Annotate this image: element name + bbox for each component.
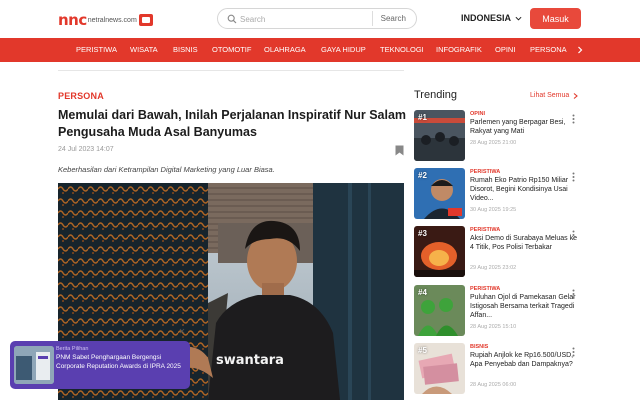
logo-subtitle: netralnews.com [87,17,137,24]
kebab-icon[interactable] [572,230,575,240]
trending-item[interactable]: #1 OPINI Parlemen yang Berpagar Besi, Ra… [414,110,584,164]
chevron-down-icon [515,16,522,21]
login-button[interactable]: Masuk [530,8,581,29]
trending-date: 29 Aug 2025 23:02 [470,265,517,271]
trending-item[interactable]: #2 PERISTIWA Rumah Eko Patrio Rp150 Mili… [414,168,584,222]
nav-item-gaya-hidup[interactable]: GAYA HIDUP [321,38,366,62]
see-all-label: Lihat Semua [530,92,570,99]
trending-date: 28 Aug 2025 15:10 [470,324,517,330]
shirt-logo-text: swantara [216,353,284,368]
popup-close-button[interactable]: ✕ [177,327,187,337]
chevron-right-icon[interactable] [577,46,583,54]
trending-title[interactable]: Rupiah Anjlok ke Rp16.500/USD, Apa Penye… [470,351,578,369]
trending-title[interactable]: Puluhan Ojol di Pamekasan Gelar Istigosa… [470,293,578,320]
trending-category: PERISTIWA [470,169,501,175]
trending-category: PERISTIWA [470,286,501,292]
logo-mark-icon [138,14,153,26]
trending-category: PERISTIWA [470,227,501,233]
featured-news-popup[interactable]: Berita Pilihan PNM Sabet Penghargaan Ber… [10,341,190,389]
article-title: Memulai dari Bawah, Inilah Perjalanan In… [58,108,407,139]
nav-item-infografik[interactable]: INFOGRAFIK [436,38,482,62]
top-header: nnc netralnews.com Search INDONESIA Masu… [0,0,640,38]
search-bar: Search [217,8,417,29]
divider [58,70,404,71]
language-selector[interactable]: INDONESIA [461,13,522,23]
popup-kicker: Berita Pilihan [56,346,89,352]
nav-item-wisata[interactable]: WISATA [130,38,158,62]
nav-item-olahraga[interactable]: OLAHRAGA [264,38,306,62]
trending-title[interactable]: Rumah Eko Patrio Rp150 Miliar Disorot, B… [470,176,578,203]
article-category[interactable]: PERSONA [58,91,104,101]
see-all-link[interactable]: Lihat Semua [530,92,579,99]
trending-item[interactable]: #4 PERISTIWA Puluhan Ojol di Pamekasan G… [414,285,584,339]
trending-item[interactable]: #5 BISNIS Rupiah Anjlok ke Rp16.500/USD,… [414,343,584,397]
site-logo[interactable]: nnc netralnews.com [58,10,153,28]
category-nav: PERISTIWA WISATA BISNIS OTOMOTIF OLAHRAG… [0,38,640,62]
kebab-icon[interactable] [572,289,575,299]
trending-title[interactable]: Parlemen yang Berpagar Besi, Rakyat yang… [470,118,578,136]
trending-rank: #1 [418,113,427,122]
search-input[interactable] [240,11,380,27]
kebab-icon[interactable] [572,347,575,357]
trending-title[interactable]: Aksi Demo di Surabaya Meluas ke 4 Titik,… [470,234,578,252]
search-button[interactable]: Search [371,11,414,26]
trending-rank: #5 [418,346,427,355]
nav-item-peristiwa[interactable]: PERISTIWA [76,38,117,62]
trending-item[interactable]: #3 PERISTIWA Aksi Demo di Surabaya Melua… [414,226,584,280]
nav-item-persona[interactable]: PERSONA [530,38,567,62]
nav-item-opini[interactable]: OPINI [495,38,515,62]
nav-item-otomotif[interactable]: OTOMOTIF [212,38,251,62]
kebab-icon[interactable] [572,114,575,124]
popup-title[interactable]: PNM Sabet Penghargaan Bergengsi Corporat… [56,354,186,371]
nav-item-bisnis[interactable]: BISNIS [173,38,198,62]
article-date: 24 Jul 2023 14:07 [58,146,114,153]
bookmark-icon[interactable] [395,145,404,156]
language-label: INDONESIA [461,13,512,23]
trending-date: 28 Aug 2025 21:00 [470,140,517,146]
chevron-right-icon [573,92,579,99]
nav-item-teknologi[interactable]: TEKNOLOGI [380,38,424,62]
search-icon [227,14,237,24]
article-lead: Keberhasilan dari Ketrampilan Digital Ma… [58,165,275,174]
trending-category: BISNIS [470,344,489,350]
kebab-icon[interactable] [572,172,575,182]
trending-date: 30 Aug 2025 19:25 [470,207,517,213]
trending-heading: Trending [414,89,458,101]
trending-date: 28 Aug 2025 06:00 [470,382,517,388]
trending-rank: #2 [418,171,427,180]
trending-rank: #4 [418,288,427,297]
logo-wordmark: nnc [58,11,87,29]
trending-category: OPINI [470,111,485,117]
popup-thumbnail [14,346,54,384]
trending-rank: #3 [418,229,427,238]
